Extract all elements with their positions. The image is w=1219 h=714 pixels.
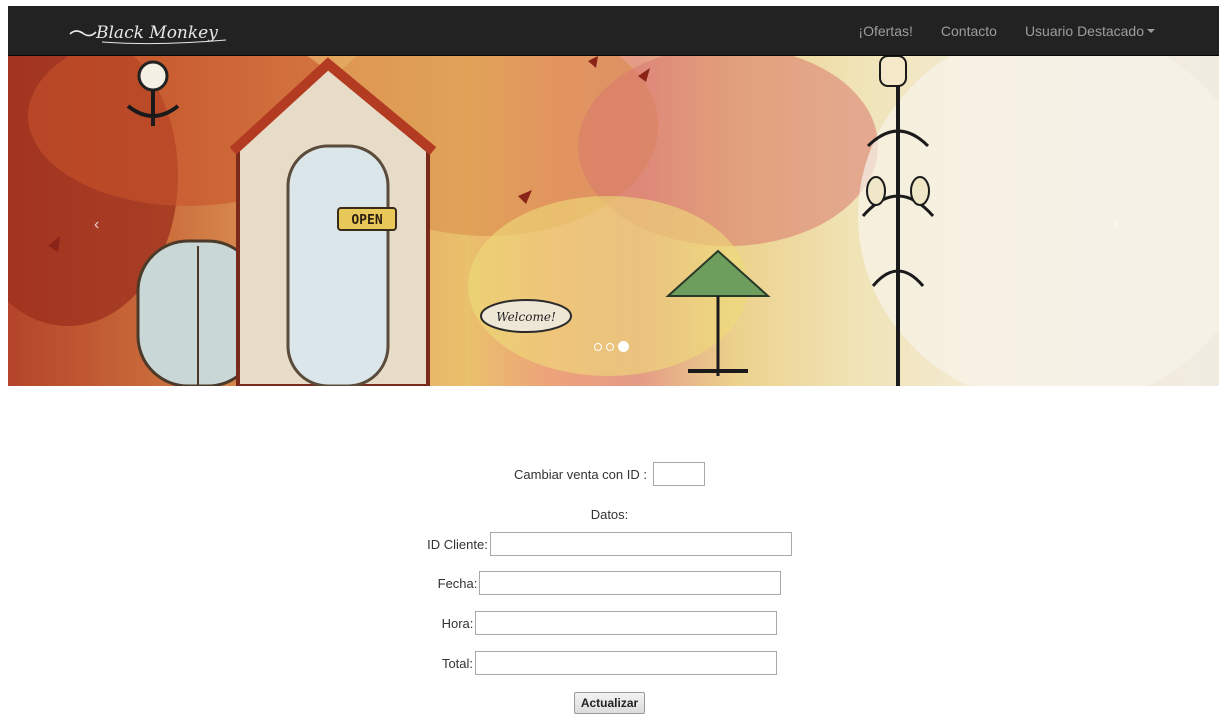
nav-contacto[interactable]: Contacto [927, 6, 1011, 56]
submit-row: Actualizar [0, 692, 1219, 714]
carousel-indicator-2[interactable] [606, 342, 614, 351]
nav-ofertas[interactable]: ¡Ofertas! [844, 6, 926, 56]
carousel-indicator-1[interactable] [594, 342, 602, 351]
datos-row: Datos: [0, 506, 1219, 522]
main-nav: ¡Ofertas! Contacto Usuario Destacado [844, 6, 1169, 56]
total-input[interactable] [475, 651, 778, 675]
brand-logo[interactable]: Black Monkey [66, 14, 236, 50]
hora-label: Hora: [441, 615, 474, 631]
fecha-input[interactable] [479, 571, 782, 595]
nav-usuario-destacado-dropdown[interactable]: Usuario Destacado [1011, 6, 1169, 56]
svg-text:Welcome!: Welcome! [496, 310, 556, 324]
carousel-indicators [594, 341, 629, 352]
carousel-slide-image: OPEN Welcome! [8, 56, 1219, 386]
carousel-indicator-3[interactable] [618, 341, 629, 352]
chevron-left-icon[interactable]: ‹ [94, 216, 99, 234]
change-sale-row: Cambiar venta con ID : [0, 462, 1219, 486]
change-sale-label: Cambiar venta con ID : [514, 466, 647, 482]
id-cliente-input[interactable] [489, 532, 792, 556]
navbar: Black Monkey ¡Ofertas! Contacto Usuario … [8, 6, 1219, 56]
hero-carousel: OPEN Welcome! ‹ › [8, 56, 1219, 386]
fecha-row: Fecha: [0, 571, 1219, 595]
hora-input[interactable] [475, 611, 778, 635]
sale-id-input[interactable] [652, 462, 705, 486]
id-cliente-label: ID Cliente: [427, 536, 488, 552]
hora-row: Hora: [0, 611, 1219, 635]
svg-text:OPEN: OPEN [351, 213, 382, 228]
svg-text:Black Monkey: Black Monkey [95, 23, 218, 43]
fecha-label: Fecha: [437, 575, 478, 591]
chevron-right-icon[interactable]: › [1113, 216, 1118, 234]
datos-heading: Datos: [590, 506, 629, 522]
id-cliente-row: ID Cliente: [0, 532, 1219, 556]
caret-down-icon [1147, 29, 1155, 33]
actualizar-button[interactable]: Actualizar [573, 692, 646, 714]
total-label: Total: [441, 655, 474, 671]
total-row: Total: [0, 651, 1219, 675]
